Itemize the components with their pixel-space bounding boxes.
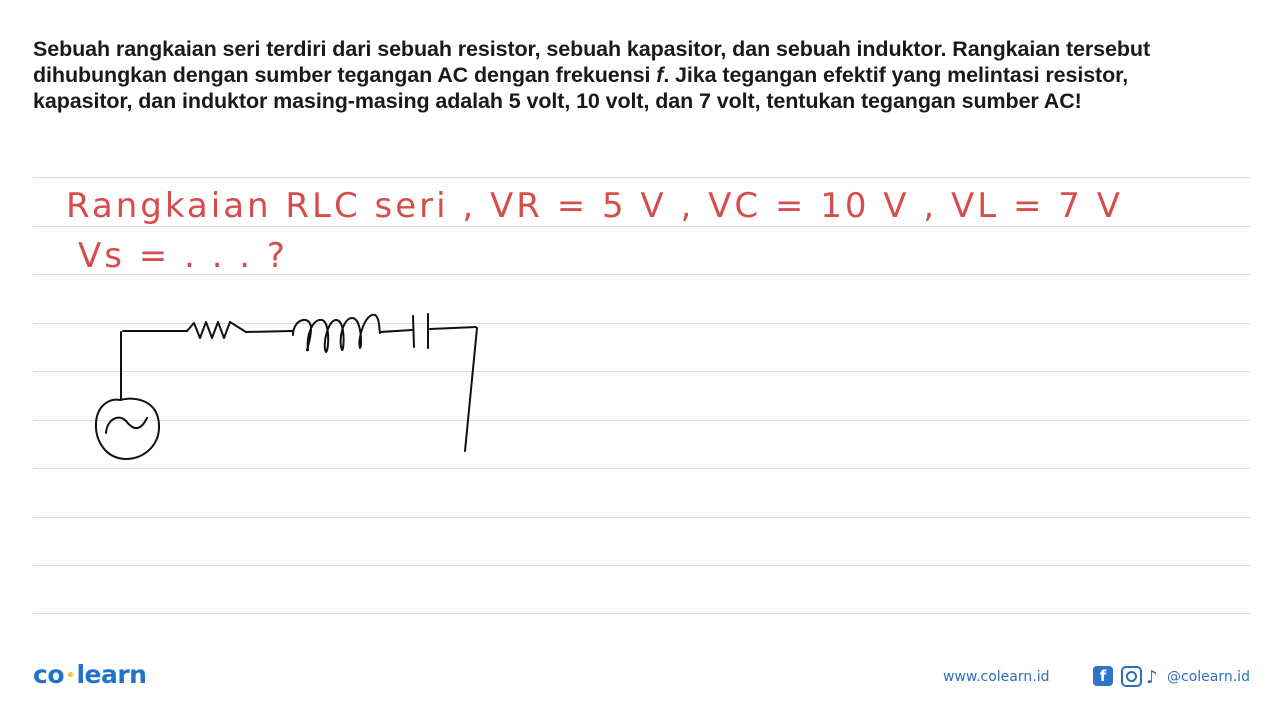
wire-resistor-inductor	[245, 330, 293, 333]
logo-part-learn: learn	[76, 660, 147, 689]
rlc-circuit-diagram	[94, 313, 478, 461]
left-wire	[120, 330, 188, 401]
wire-inductor-capacitor	[379, 329, 413, 333]
social-handle[interactable]: @colearn.id	[1167, 669, 1250, 685]
resistor-symbol	[186, 321, 247, 339]
inductor-symbol	[292, 313, 381, 353]
colearn-logo: co •learn	[33, 660, 147, 689]
instagram-icon[interactable]	[1121, 666, 1142, 687]
right-wire	[429, 326, 478, 452]
facebook-icon[interactable]: f	[1093, 666, 1113, 686]
ac-source-icon	[94, 397, 161, 461]
capacitor-symbol	[412, 313, 429, 349]
logo-dot: •	[66, 668, 75, 684]
website-link[interactable]: www.colearn.id	[943, 669, 1049, 685]
tiktok-icon[interactable]: ♪	[1146, 666, 1158, 688]
instagram-lens	[1126, 671, 1137, 682]
logo-part-co: co	[33, 660, 65, 689]
